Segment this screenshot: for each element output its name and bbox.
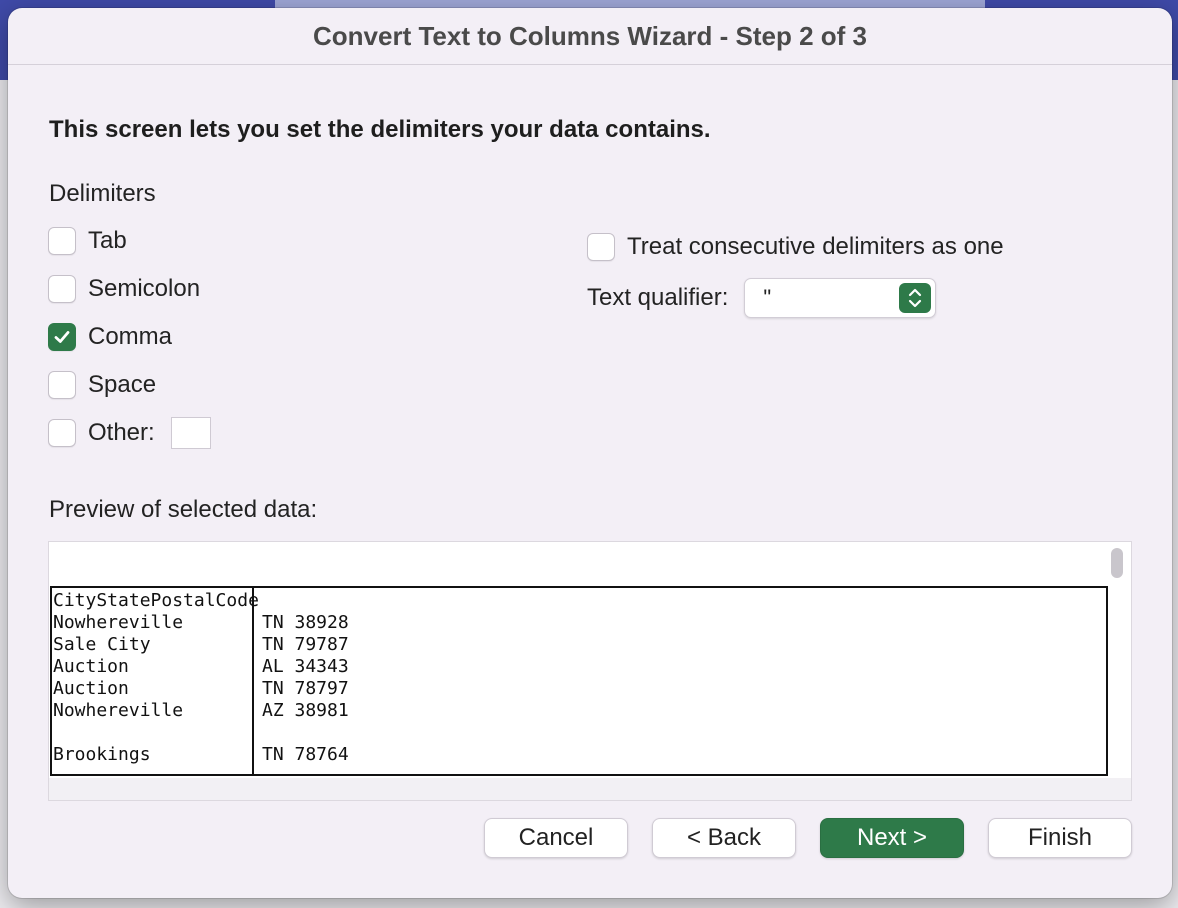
cancel-button[interactable]: Cancel (484, 818, 628, 858)
preview-cell: AL 34343 (262, 656, 349, 677)
preview-table: CityStatePostalCode Nowhereville Sale Ci… (50, 586, 1108, 776)
tab-label: Tab (88, 227, 127, 254)
finish-button[interactable]: Finish (988, 818, 1132, 858)
dialog-heading: This screen lets you set the delimiters … (49, 116, 711, 143)
preview-scrollbar-thumb[interactable] (1111, 548, 1123, 578)
delimiter-space-option[interactable]: Space (48, 370, 156, 400)
consecutive-delimiters-checkbox[interactable] (587, 233, 615, 261)
text-qualifier-row: Text qualifier: " (587, 278, 937, 318)
space-label: Space (88, 371, 157, 398)
preview-cell: CityStatePostalCode (53, 590, 259, 611)
preview-cell: TN 38928 (262, 612, 349, 633)
other-delimiter-input[interactable] (170, 417, 211, 449)
comma-label: Comma (88, 323, 173, 350)
preview-cell: Auction (53, 678, 129, 699)
delimiter-comma-option[interactable]: Comma (48, 322, 172, 352)
dialog-titlebar: Convert Text to Columns Wizard - Step 2 … (8, 8, 1172, 65)
text-qualifier-select[interactable]: " (744, 278, 937, 318)
preview-label: Preview of selected data: (49, 496, 318, 523)
delimiter-other-option[interactable]: Other: (48, 416, 211, 450)
preview-cell: TN 79787 (262, 634, 349, 655)
dialog-title: Convert Text to Columns Wizard - Step 2 … (313, 20, 867, 51)
semicolon-label: Semicolon (88, 275, 201, 302)
space-checkbox[interactable] (48, 371, 76, 399)
preview-horizontal-scroll-track[interactable] (49, 778, 1131, 800)
preview-cell: AZ 38981 (262, 700, 349, 721)
preview-cell (262, 590, 1106, 612)
text-qualifier-value: " (763, 285, 772, 310)
consecutive-delimiters-label: Treat consecutive delimiters as one (627, 233, 1004, 260)
delimiters-label: Delimiters (49, 180, 156, 207)
back-button[interactable]: < Back (652, 818, 796, 858)
preview-cell (53, 722, 252, 744)
delimiter-tab-option[interactable]: Tab (48, 226, 127, 256)
preview-cell: TN 78797 (262, 678, 349, 699)
preview-cell: Nowhereville (53, 612, 184, 633)
preview-cell: Nowhereville (53, 700, 184, 721)
data-preview-panel[interactable]: CityStatePostalCode Nowhereville Sale Ci… (48, 541, 1132, 801)
next-button[interactable]: Next > (820, 818, 964, 858)
comma-checkbox[interactable] (48, 323, 76, 351)
semicolon-checkbox[interactable] (48, 275, 76, 303)
tab-checkbox[interactable] (48, 227, 76, 255)
chevron-up-down-icon[interactable] (899, 283, 932, 313)
preview-column-2[interactable]: TN 38928 TN 79787 AL 34343 TN 78797 AZ 3… (254, 588, 1106, 774)
preview-column-1[interactable]: CityStatePostalCode Nowhereville Sale Ci… (52, 588, 259, 774)
consecutive-delimiters-option[interactable]: Treat consecutive delimiters as one (587, 232, 1004, 262)
preview-cell: Sale City (53, 634, 151, 655)
preview-cell: TN 78764 (262, 744, 349, 765)
preview-cell (262, 722, 1106, 744)
other-label: Other: (88, 419, 155, 446)
convert-text-to-columns-dialog: Convert Text to Columns Wizard - Step 2 … (8, 8, 1172, 898)
text-qualifier-label: Text qualifier: (587, 284, 729, 311)
preview-cell: Brookings (53, 744, 151, 765)
delimiter-semicolon-option[interactable]: Semicolon (48, 274, 200, 304)
preview-cell: Auction (53, 656, 129, 677)
other-checkbox[interactable] (48, 419, 76, 447)
checkmark-icon (54, 331, 70, 343)
